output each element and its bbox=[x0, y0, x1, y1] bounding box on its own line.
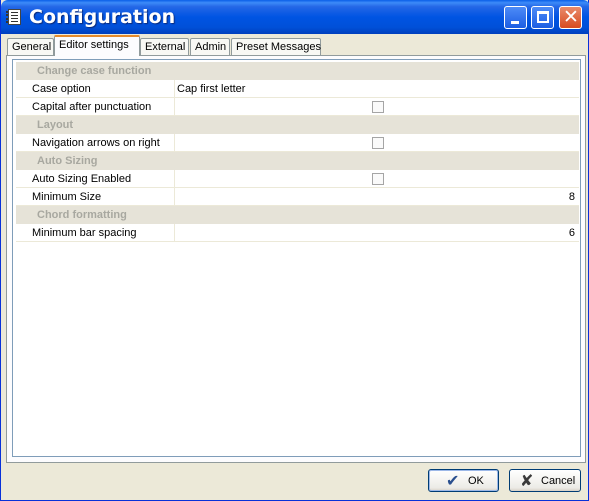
configuration-window: Configuration ✕ General Editor settings … bbox=[0, 0, 589, 501]
section-label: Chord formatting bbox=[37, 209, 127, 221]
property-row-capital-after-punctuation[interactable]: Capital after punctuation bbox=[16, 98, 579, 116]
property-row-minimum-bar-spacing[interactable]: Minimum bar spacing 6 bbox=[16, 224, 579, 242]
cancel-x-icon: ✘ bbox=[520, 471, 534, 490]
property-grid: Change case function Case option Cap fir… bbox=[12, 59, 581, 457]
column-divider bbox=[174, 170, 175, 188]
maximize-icon bbox=[537, 11, 549, 23]
property-label: Auto Sizing Enabled bbox=[32, 173, 132, 185]
property-label: Navigation arrows on right bbox=[32, 137, 160, 149]
auto-sizing-enabled-checkbox[interactable] bbox=[372, 173, 384, 185]
section-header-chord-formatting[interactable]: Chord formatting bbox=[16, 206, 579, 224]
property-row-navigation-arrows[interactable]: Navigation arrows on right bbox=[16, 134, 579, 152]
property-row-case-option[interactable]: Case option Cap first letter bbox=[16, 80, 579, 98]
tab-preset-messages[interactable]: Preset Messages bbox=[231, 38, 321, 56]
notebook-icon bbox=[6, 9, 21, 25]
property-label: Case option bbox=[32, 83, 91, 95]
ok-button[interactable]: ✔ OK bbox=[428, 469, 499, 492]
close-button[interactable]: ✕ bbox=[559, 6, 582, 29]
column-divider bbox=[174, 188, 175, 206]
column-divider bbox=[174, 134, 175, 152]
property-label: Capital after punctuation bbox=[32, 101, 152, 113]
section-header-change-case[interactable]: Change case function bbox=[16, 62, 579, 80]
property-row-minimum-size[interactable]: Minimum Size 8 bbox=[16, 188, 579, 206]
tab-external[interactable]: External bbox=[140, 38, 189, 56]
tab-admin[interactable]: Admin bbox=[190, 38, 230, 56]
capital-after-punctuation-checkbox[interactable] bbox=[372, 101, 384, 113]
checkmark-icon: ✔ bbox=[446, 471, 460, 490]
property-label: Minimum Size bbox=[32, 191, 102, 203]
column-divider bbox=[174, 224, 175, 242]
section-label: Layout bbox=[37, 119, 74, 131]
window-title: Configuration bbox=[29, 6, 176, 28]
section-header-layout[interactable]: Layout bbox=[16, 116, 579, 134]
minimum-size-value[interactable]: 8 bbox=[569, 191, 575, 203]
property-label: Minimum bar spacing bbox=[32, 227, 137, 239]
section-label: Change case function bbox=[37, 65, 152, 77]
minimum-bar-spacing-value[interactable]: 6 bbox=[569, 227, 575, 239]
navigation-arrows-checkbox[interactable] bbox=[372, 137, 384, 149]
tab-general[interactable]: General bbox=[7, 38, 54, 56]
close-icon: ✕ bbox=[563, 6, 579, 28]
section-label: Auto Sizing bbox=[37, 155, 98, 167]
tab-panel: Change case function Case option Cap fir… bbox=[6, 55, 586, 463]
cancel-button[interactable]: ✘ Cancel bbox=[509, 469, 581, 492]
column-divider bbox=[174, 80, 175, 98]
column-divider bbox=[174, 98, 175, 116]
maximize-button[interactable] bbox=[531, 6, 554, 29]
cancel-label: Cancel bbox=[541, 475, 576, 487]
section-header-auto-sizing[interactable]: Auto Sizing bbox=[16, 152, 579, 170]
case-option-value[interactable]: Cap first letter bbox=[177, 83, 245, 95]
minimize-button[interactable] bbox=[504, 6, 527, 29]
title-bar[interactable]: Configuration ✕ bbox=[1, 0, 589, 34]
property-row-auto-sizing-enabled[interactable]: Auto Sizing Enabled bbox=[16, 170, 579, 188]
ok-label: OK bbox=[468, 475, 484, 487]
tab-editor-settings[interactable]: Editor settings bbox=[54, 35, 140, 56]
minimize-icon bbox=[511, 21, 519, 24]
